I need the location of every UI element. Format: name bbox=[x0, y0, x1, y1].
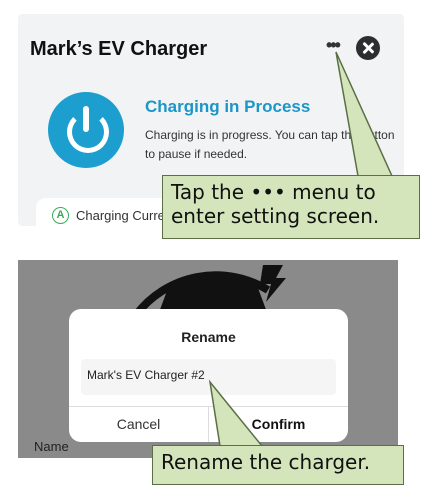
power-icon[interactable] bbox=[48, 92, 124, 168]
bolt-icon bbox=[260, 265, 286, 302]
power-bar bbox=[83, 106, 89, 132]
more-menu-icon[interactable]: ••• bbox=[326, 36, 348, 56]
menu-tip-line2: enter setting screen. bbox=[171, 204, 380, 228]
close-icon[interactable] bbox=[356, 36, 380, 60]
amp-icon: A bbox=[52, 207, 69, 224]
rename-tip-callout: Rename the charger. bbox=[152, 445, 404, 485]
charger-title: Mark’s EV Charger bbox=[30, 38, 208, 60]
charging-current-label: Charging Current bbox=[76, 208, 176, 223]
confirm-button[interactable]: Confirm bbox=[209, 409, 348, 439]
menu-tip-line1: Tap the ••• menu to bbox=[171, 180, 376, 204]
rename-input-value[interactable]: Mark's EV Charger #2 bbox=[87, 368, 205, 382]
rename-dialog: Rename Mark's EV Charger #2 Cancel Confi… bbox=[69, 309, 348, 442]
dialog-title: Rename bbox=[181, 329, 236, 345]
name-label: Name bbox=[34, 439, 69, 454]
cancel-button[interactable]: Cancel bbox=[69, 409, 208, 439]
menu-tip-callout: Tap the ••• menu to enter setting screen… bbox=[162, 175, 420, 239]
status-description: Charging is in progress. You can tap the… bbox=[145, 128, 395, 161]
status-title: Charging in Process bbox=[145, 97, 311, 116]
